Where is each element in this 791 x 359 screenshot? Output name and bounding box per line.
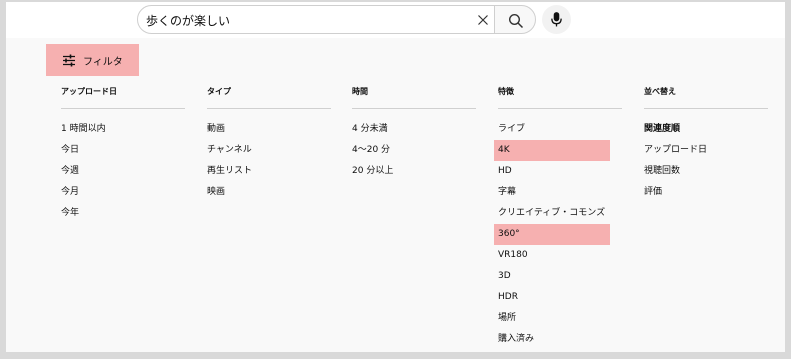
sort-option-relevance[interactable]: 関連度順 — [644, 119, 768, 140]
search-input[interactable] — [146, 11, 466, 29]
filter-group-heading: 時間 — [352, 87, 368, 96]
filter-button[interactable]: フィルタ — [46, 44, 139, 76]
sort-option-rating[interactable]: 評価 — [644, 182, 768, 203]
filter-option-channel[interactable]: チャンネル — [207, 140, 331, 161]
divider — [644, 108, 768, 109]
filter-option-last-hour[interactable]: 1 時間以内 — [61, 119, 185, 140]
filter-option-today[interactable]: 今日 — [61, 140, 185, 161]
search-box[interactable] — [137, 5, 495, 34]
search-icon — [508, 13, 524, 29]
filter-option-location[interactable]: 場所 — [498, 308, 622, 329]
filter-option-creative-commons[interactable]: クリエイティブ・コモンズ — [498, 203, 622, 224]
filter-option-hd[interactable]: HD — [498, 161, 622, 182]
divider — [207, 108, 331, 109]
filter-option-video[interactable]: 動画 — [207, 119, 331, 140]
search-results-window: フィルタ アップロード日 1 時間以内 今日 今週 今月 今年 タイプ 動画 チ… — [6, 2, 785, 352]
filter-group-heading: 並べ替え — [644, 87, 676, 96]
filter-option-purchased[interactable]: 購入済み — [498, 329, 622, 350]
filter-option-live[interactable]: ライブ — [498, 119, 622, 140]
filter-option-hdr[interactable]: HDR — [498, 287, 622, 308]
filter-option-this-week[interactable]: 今週 — [61, 161, 185, 182]
search-header — [6, 2, 785, 38]
divider — [61, 108, 185, 109]
search-button[interactable] — [494, 5, 536, 34]
divider — [498, 108, 622, 109]
microphone-icon — [551, 12, 562, 27]
filter-option-playlist[interactable]: 再生リスト — [207, 161, 331, 182]
filter-option-4-20-min[interactable]: 4〜20 分 — [352, 140, 476, 161]
filter-option-4k[interactable]: 4K — [498, 140, 622, 161]
filter-option-under-4-min[interactable]: 4 分未満 — [352, 119, 476, 140]
filter-group-upload-date: アップロード日 1 時間以内 今日 今週 今月 今年 — [61, 86, 185, 224]
filter-option-vr180[interactable]: VR180 — [498, 245, 622, 266]
filter-option-subtitles[interactable]: 字幕 — [498, 182, 622, 203]
clear-icon[interactable] — [476, 13, 490, 27]
filter-option-this-year[interactable]: 今年 — [61, 203, 185, 224]
voice-search-button[interactable] — [542, 5, 571, 34]
filter-group-heading: アップロード日 — [61, 87, 117, 96]
divider — [352, 108, 476, 109]
filter-group-type: タイプ 動画 チャンネル 再生リスト 映画 — [207, 86, 331, 203]
filter-group-features: 特徴 ライブ 4K HD 字幕 クリエイティブ・コモンズ 360° VR180 … — [494, 86, 622, 350]
filter-option-over-20-min[interactable]: 20 分以上 — [352, 161, 476, 182]
filter-option-movie[interactable]: 映画 — [207, 182, 331, 203]
filter-option-360[interactable]: 360° — [498, 224, 622, 245]
filter-group-heading: タイプ — [207, 87, 231, 96]
sliders-icon — [63, 54, 75, 67]
sort-option-view-count[interactable]: 視聴回数 — [644, 161, 768, 182]
filter-option-3d[interactable]: 3D — [498, 266, 622, 287]
filter-label: フィルタ — [83, 57, 123, 68]
filter-group-sort-by: 並べ替え 関連度順 アップロード日 視聴回数 評価 — [644, 86, 768, 203]
filter-group-duration: 時間 4 分未満 4〜20 分 20 分以上 — [352, 86, 476, 182]
filter-option-this-month[interactable]: 今月 — [61, 182, 185, 203]
sort-option-upload-date[interactable]: アップロード日 — [644, 140, 768, 161]
filter-group-heading: 特徴 — [498, 87, 514, 96]
